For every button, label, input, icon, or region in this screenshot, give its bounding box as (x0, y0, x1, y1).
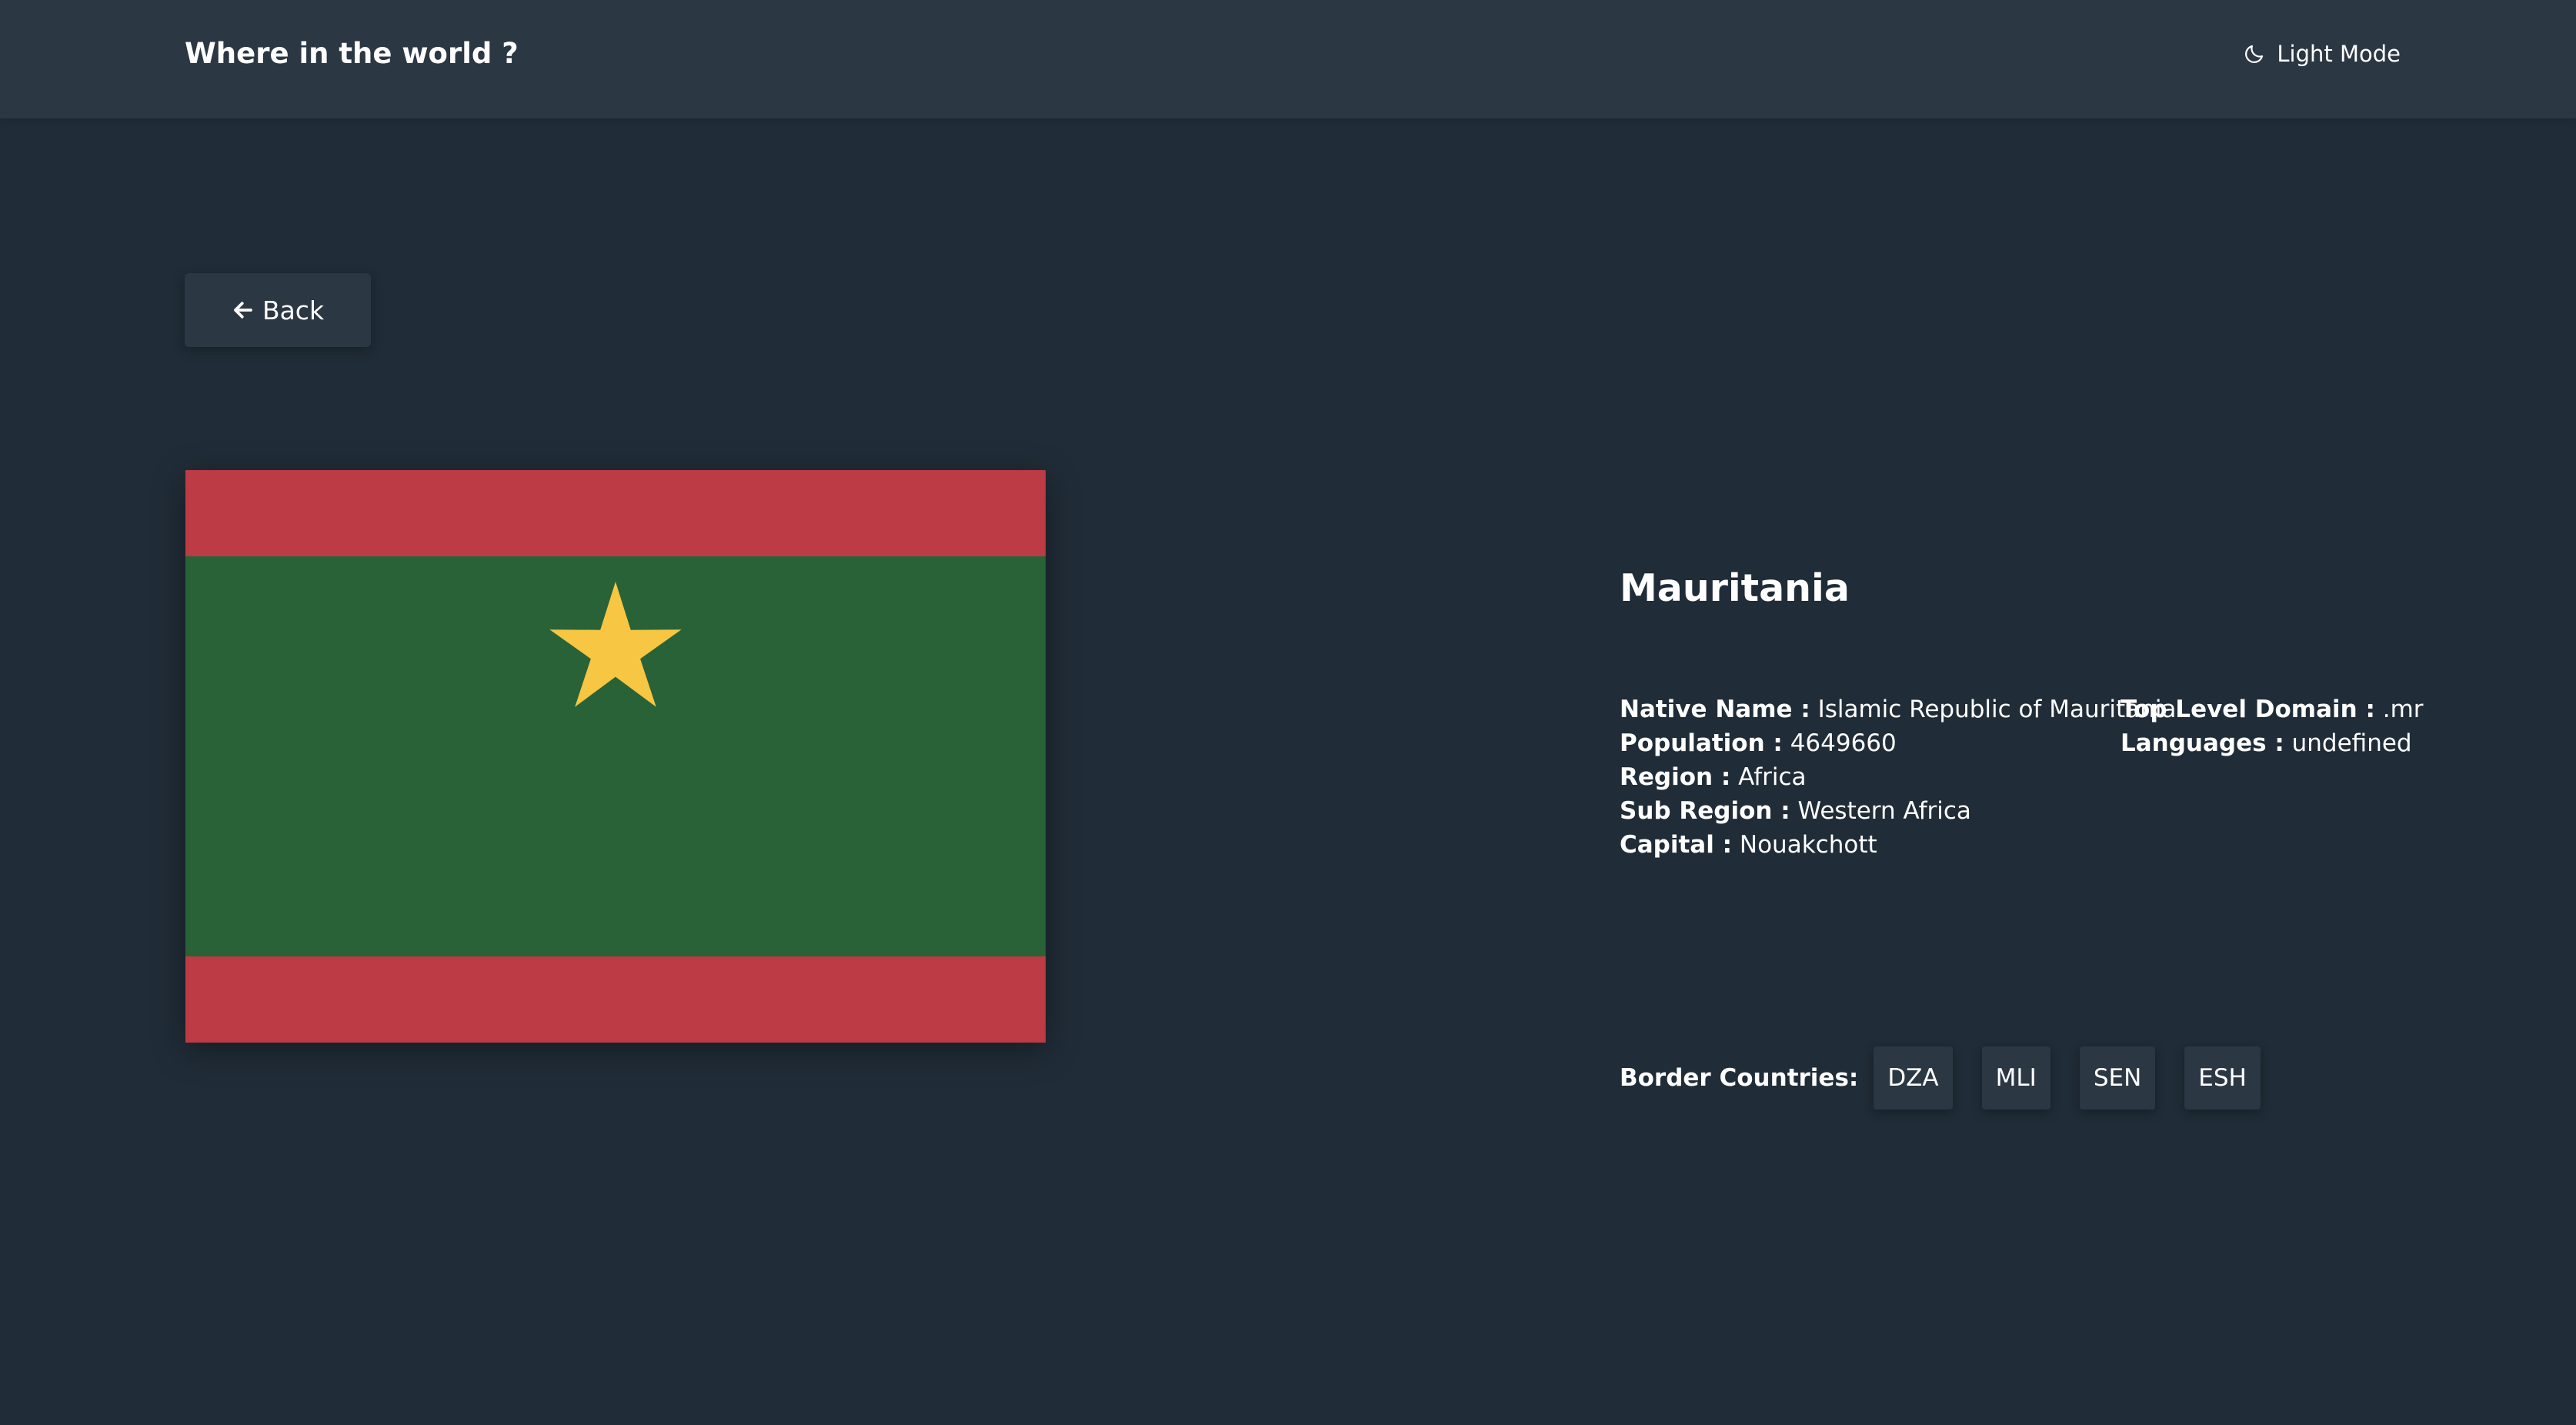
info-column-right: Top Level Domain : .mr Languages : undef… (2121, 692, 2467, 760)
capital-row: Capital : Nouakchott (1620, 828, 2120, 862)
theme-toggle-button[interactable]: Light Mode (2243, 35, 2401, 72)
info-label: Languages : (2121, 729, 2284, 757)
country-flag (185, 470, 1046, 1043)
back-button-label: Back (262, 295, 325, 325)
info-value: 4649660 (1790, 729, 1897, 757)
border-country-chip[interactable]: MLI (1981, 1046, 2050, 1110)
info-value: Africa (1738, 763, 1807, 791)
region-row: Region : Africa (1620, 760, 2120, 794)
native-name-row: Native Name : Islamic Republic of Maurit… (1620, 692, 2176, 726)
info-value: Western Africa (1797, 797, 1971, 825)
info-column-left: Native Name : Islamic Republic of Maurit… (1620, 692, 2176, 862)
info-value: .mr (2382, 696, 2424, 723)
info-label: Capital : (1620, 831, 1733, 859)
back-button[interactable]: Back (185, 273, 371, 347)
country-details: Mauritania Native Name : Islamic Republi… (1620, 562, 2466, 1110)
info-value: Nouakchott (1739, 831, 1877, 859)
arrow-left-icon (232, 299, 255, 322)
top-level-domain-row: Top Level Domain : .mr (2121, 692, 2467, 726)
population-row: Population : 4649660 (1620, 726, 2120, 760)
languages-row: Languages : undefined (2121, 726, 2467, 760)
border-country-chip[interactable]: ESH (2184, 1046, 2261, 1110)
info-label: Native Name : (1620, 696, 1810, 723)
theme-toggle-label: Light Mode (2277, 41, 2401, 67)
info-label: Region : (1620, 763, 1731, 791)
sub-region-row: Sub Region : Western Africa (1620, 794, 2120, 828)
border-country-chip[interactable]: DZA (1874, 1046, 1953, 1110)
border-countries-label: Border Countries: (1620, 1064, 1859, 1092)
country-name: Mauritania (1620, 566, 1850, 610)
border-country-chip[interactable]: SEN (2079, 1046, 2156, 1110)
info-label: Top Level Domain : (2121, 696, 2375, 723)
info-label: Sub Region : (1620, 797, 1790, 825)
border-countries: Border Countries: DZA MLI SEN ESH (1620, 1046, 2290, 1110)
moon-icon (2243, 42, 2266, 65)
top-header: Where in the world ? Light Mode (0, 0, 2576, 118)
app-title: Where in the world ? (185, 37, 519, 70)
info-label: Population : (1620, 729, 1783, 757)
info-value: undefined (2291, 729, 2412, 757)
